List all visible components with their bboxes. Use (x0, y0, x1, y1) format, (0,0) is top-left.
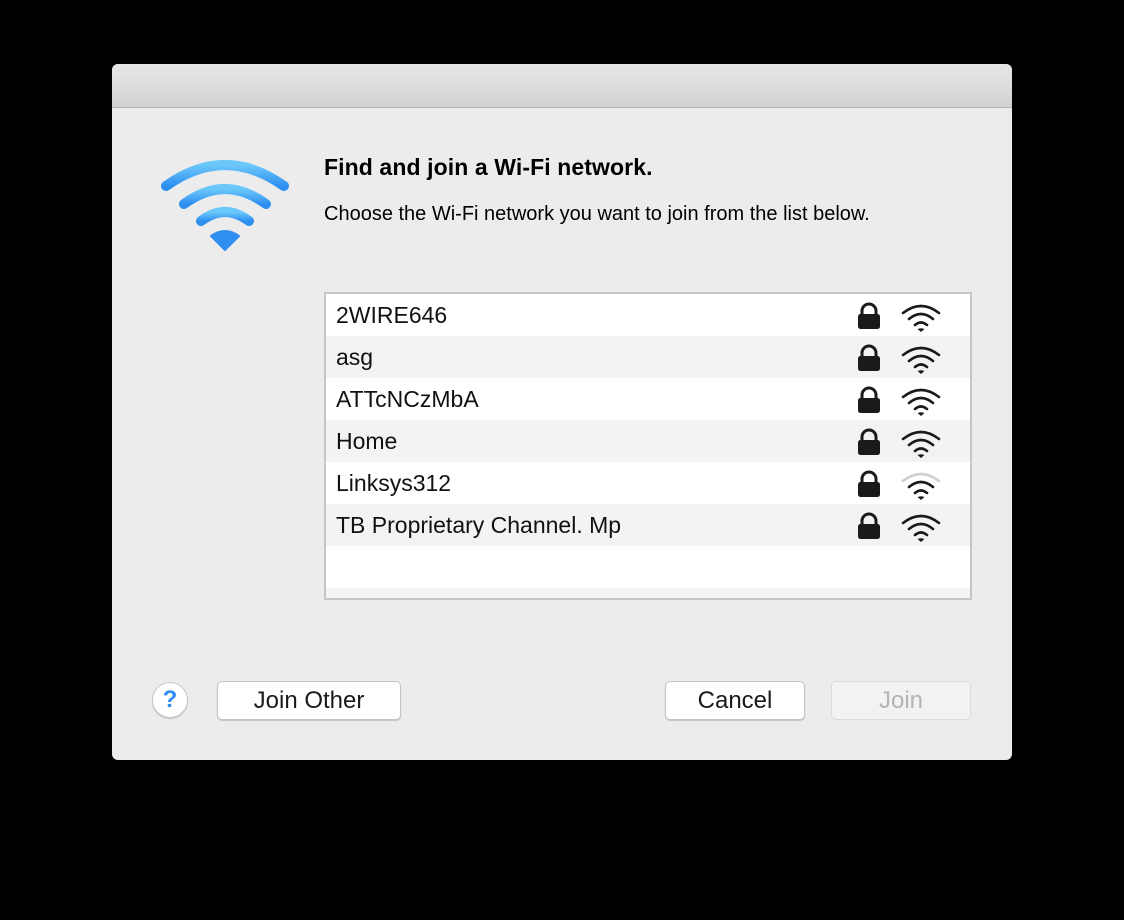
dialog-heading: Find and join a Wi-Fi network. (324, 154, 653, 180)
network-row[interactable]: Linksys312 (326, 462, 970, 504)
lock-icon (856, 470, 882, 498)
join-other-button[interactable]: Join Other (217, 681, 401, 720)
network-name: TB Proprietary Channel. Mp (336, 511, 622, 538)
wifi-signal-icon (900, 512, 942, 542)
wifi-signal-icon (900, 428, 942, 458)
network-name: asg (336, 343, 374, 370)
network-row[interactable]: asg (326, 336, 970, 378)
network-name: 2WIRE646 (336, 301, 448, 328)
lock-icon (856, 344, 882, 372)
help-icon: ? (162, 686, 178, 713)
wifi-signal-icon (900, 470, 942, 500)
wifi-signal-icon (900, 302, 942, 332)
title-bar[interactable] (112, 64, 1012, 108)
network-name: Linksys312 (336, 469, 452, 496)
join-button[interactable]: Join (831, 681, 971, 720)
empty-list-row (326, 588, 970, 598)
network-row[interactable]: ATTcNCzMbA (326, 378, 970, 420)
lock-icon (856, 428, 882, 456)
lock-icon (856, 512, 882, 540)
network-list[interactable]: 2WIRE646 asg ATTcNCzMbA Home Linksys312 TB Pr… (324, 292, 972, 600)
network-name: ATTcNCzMbA (336, 385, 479, 412)
dialog-description: Choose the Wi-Fi network you want to joi… (324, 203, 870, 225)
cancel-button[interactable]: Cancel (665, 681, 805, 720)
network-row[interactable]: TB Proprietary Channel. Mp (326, 504, 970, 546)
network-name: Home (336, 427, 398, 454)
wifi-join-dialog: Find and join a Wi-Fi network. Choose th… (112, 64, 1012, 760)
network-row[interactable]: Home (326, 420, 970, 462)
wifi-signal-icon (900, 386, 942, 416)
empty-list-row (326, 546, 970, 588)
network-row[interactable]: 2WIRE646 (326, 294, 970, 336)
wifi-icon (161, 160, 289, 251)
lock-icon (856, 302, 882, 330)
help-button[interactable]: ? (152, 682, 188, 718)
lock-icon (856, 386, 882, 414)
wifi-signal-icon (900, 344, 942, 374)
